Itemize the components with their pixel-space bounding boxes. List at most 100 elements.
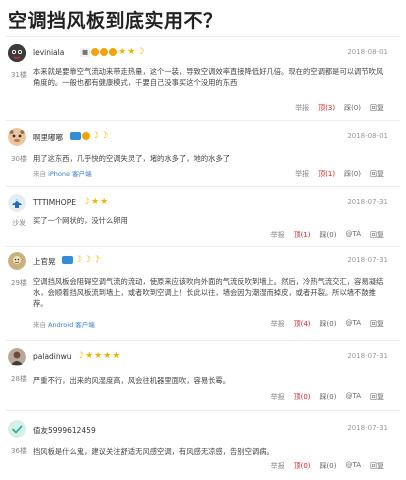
comment-item: 28楼 paladinwu ☽ ★ ★ ★ ★ 2018-07-31 严重不行，…: [0, 348, 406, 406]
source-link[interactable]: Android 客户端: [48, 321, 95, 329]
divider: [6, 410, 400, 411]
comment-actions: 举报 顶(0) 踩(0) @TA 回复: [271, 461, 384, 471]
downvote-button[interactable]: 踩(0): [320, 230, 337, 240]
comment-date: 2018-08-01: [347, 132, 388, 140]
reply-button[interactable]: 回复: [370, 319, 384, 329]
source-prefix: 来自: [33, 170, 46, 178]
avatar[interactable]: [8, 128, 26, 146]
bird-badge-icon: [62, 256, 73, 264]
downvote-button[interactable]: 踩(0): [344, 103, 361, 113]
report-button[interactable]: 举报: [271, 230, 285, 240]
moon-badge-icon: ☽: [83, 254, 92, 265]
floor-number: 沙发: [12, 219, 26, 227]
at-button[interactable]: @TA: [345, 461, 361, 471]
report-button[interactable]: 举报: [295, 103, 309, 113]
star-badge-icon: ★: [100, 196, 109, 207]
reply-button[interactable]: 回复: [370, 230, 384, 240]
report-button[interactable]: 举报: [271, 319, 285, 329]
sun-badge-icon: [100, 48, 109, 56]
downvote-button[interactable]: 踩(0): [320, 461, 337, 471]
downvote-button[interactable]: 踩(0): [320, 319, 337, 329]
user-badges: ☽ ☽: [70, 131, 108, 141]
username[interactable]: leviniala: [33, 48, 64, 57]
star-badge-icon: ★: [112, 350, 121, 361]
avatar[interactable]: [8, 44, 26, 62]
upvote-button[interactable]: 顶(3): [318, 103, 335, 113]
comment-text: 空调挡风板会阻碍空调气流的流动，使原来应该吹向外面的气流反吹到墙上。然后，冷热气…: [33, 277, 384, 308]
comment-date: 2018-08-01: [347, 48, 388, 56]
comment-item: 沙发 TTTIMHOPE ☽ ★ ★ 2018-07-31 买了一个网状的，没什…: [0, 194, 406, 244]
upvote-button[interactable]: 顶(0): [294, 392, 311, 402]
comment-text: 用了这东西，几乎快的空调失灵了，堵的水多了，地的水多了: [33, 154, 231, 163]
user-badges: ■ ★ ★ ☽: [80, 47, 144, 57]
divider: [6, 246, 400, 247]
upvote-button[interactable]: 顶(1): [294, 230, 311, 240]
username[interactable]: paladinwu: [33, 352, 72, 361]
comment-item: 29楼 上官晃 ☽ ☽ ☽ 2018-07-31 空调挡风板会阻碍空调气流的流动…: [0, 252, 406, 334]
comment-item: 31楼 leviniala ■ ★ ★ ☽ 2018-08-01 本来就是要靠空…: [0, 44, 406, 112]
username[interactable]: 值友5999612459: [33, 425, 96, 436]
divider: [6, 340, 400, 341]
star-badge-icon: ★: [94, 350, 103, 361]
at-button[interactable]: @TA: [345, 319, 361, 329]
comment-date: 2018-07-31: [347, 424, 388, 432]
username[interactable]: TTTIMHOPE: [33, 198, 76, 207]
comment-actions: 举报 顶(3) 踩(0) 回复: [295, 103, 384, 113]
source-prefix: 来自: [33, 321, 46, 329]
reply-button[interactable]: 回复: [370, 169, 384, 179]
at-button[interactable]: @TA: [345, 230, 361, 240]
comment-item: 30楼 啊里嘟嘟 ☽ ☽ 2018-08-01 用了这东西，几乎快的空调失灵了，…: [0, 128, 406, 184]
floor-number: 31楼: [11, 71, 27, 79]
moon-badge-icon: ☽: [92, 254, 101, 265]
star-badge-icon: ★: [118, 46, 127, 57]
report-button[interactable]: 举报: [295, 169, 309, 179]
comment-text: 买了一个网状的，没什么卵用: [33, 216, 128, 225]
star-badge-icon: ★: [127, 46, 136, 57]
user-badges: ☽ ★ ★: [82, 197, 108, 207]
moon-badge-icon: ☽: [74, 254, 83, 265]
avatar[interactable]: [8, 194, 26, 212]
downvote-button[interactable]: 踩(0): [320, 392, 337, 402]
avatar[interactable]: [8, 420, 26, 438]
comment-date: 2018-07-31: [347, 352, 388, 360]
avatar[interactable]: [8, 252, 26, 270]
moon-badge-icon: ☽: [82, 196, 91, 207]
at-button[interactable]: @TA: [345, 392, 361, 402]
moon-badge-icon: ☽: [136, 46, 145, 57]
upvote-button[interactable]: 顶(1): [318, 169, 335, 179]
moon-badge-icon: ☽: [91, 130, 100, 141]
comment-actions: 举报 顶(4) 踩(0) @TA 回复: [271, 319, 384, 329]
floor-number: 29楼: [11, 279, 27, 287]
reply-button[interactable]: 回复: [370, 461, 384, 471]
avatar[interactable]: [8, 348, 26, 366]
comment-actions: 举报 顶(1) 踩(0) @TA 回复: [271, 230, 384, 240]
user-badges: ☽ ☽ ☽: [62, 255, 100, 265]
star-badge-icon: ★: [91, 196, 100, 207]
sun-badge-icon: [82, 132, 90, 140]
comment-item: 36楼 值友5999612459 2018-07-31 挡风板是什么鬼，建议关注…: [0, 420, 406, 478]
moon-badge-icon: ☽: [76, 350, 85, 361]
sun-badge-icon: [91, 48, 100, 56]
upvote-button[interactable]: 顶(0): [294, 461, 311, 471]
report-button[interactable]: 举报: [271, 461, 285, 471]
upvote-button[interactable]: 顶(4): [294, 319, 311, 329]
comment-text: 本来就是要靠空气流动来带走热量，这个一装，导致空调效率直接降低好几倍。现在的空调…: [33, 67, 384, 87]
divider: [6, 186, 400, 187]
username[interactable]: 啊里嘟嘟: [33, 132, 63, 143]
comment-date: 2018-07-31: [347, 256, 388, 264]
comment-text: 挡风板是什么鬼，建议关注舒适无风感空调，有风感无凉感，告别空调病。: [33, 447, 274, 456]
source-link[interactable]: iPhone 客户端: [48, 170, 92, 178]
sun-badge-icon: [109, 48, 118, 56]
user-badges: ☽ ★ ★ ★ ★: [76, 351, 120, 361]
star-badge-icon: ★: [103, 350, 112, 361]
downvote-button[interactable]: 踩(0): [344, 169, 361, 179]
star-badge-icon: ★: [85, 350, 94, 361]
report-button[interactable]: 举报: [271, 392, 285, 402]
comment-text: 严重不行，出来的风湿度高，风会往机器里面吹，容易长霉。: [33, 376, 231, 385]
comment-actions: 举报 顶(0) 踩(0) @TA 回复: [271, 392, 384, 402]
reply-button[interactable]: 回复: [370, 103, 384, 113]
comment-source: 来自 Android 客户端: [33, 319, 95, 329]
floor-number: 30楼: [11, 155, 27, 163]
username[interactable]: 上官晃: [33, 256, 56, 267]
reply-button[interactable]: 回复: [370, 392, 384, 402]
